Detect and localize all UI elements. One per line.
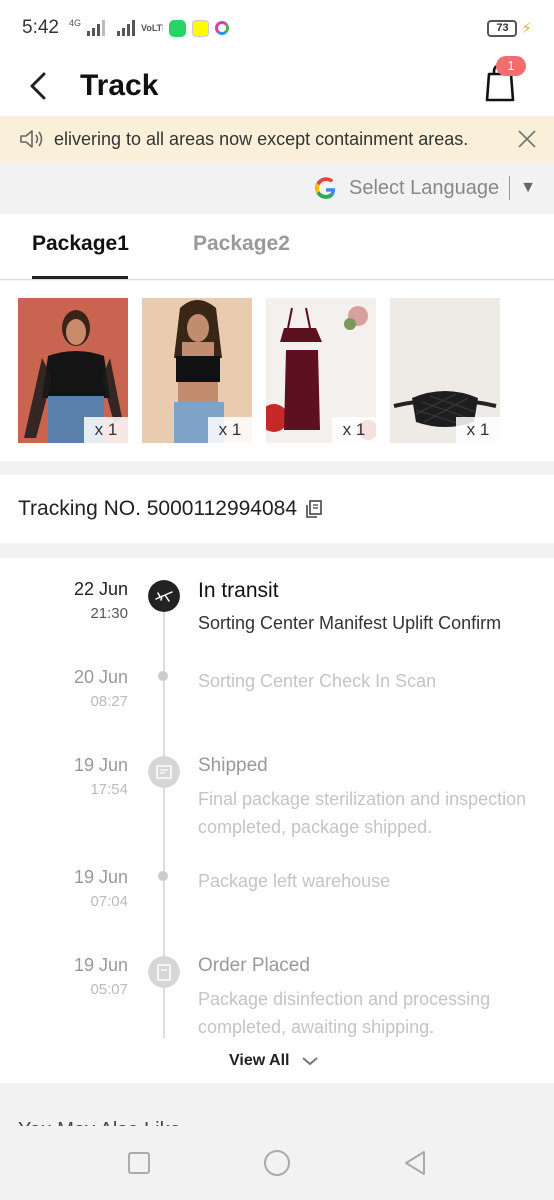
notice-banner: elivering to all areas now except contai…: [0, 116, 554, 162]
battery: 73 ⚡: [487, 19, 532, 37]
signal-icon-2: [117, 20, 135, 36]
event-date: 19 Jun: [73, 755, 128, 775]
event-date: 22 Jun: [73, 579, 128, 599]
event-description: Package left warehouse: [198, 871, 391, 891]
dropdown-arrow-icon[interactable]: ▼: [520, 179, 536, 197]
product-qty: x 1: [84, 417, 128, 443]
event-description: Package disinfection and processing comp…: [198, 989, 491, 1037]
timeline-dot: [158, 671, 168, 681]
package-tabs: Package1 Package2: [0, 214, 554, 280]
status-bar: 5:42 4G VoLTE 73 ⚡: [0, 0, 554, 56]
product-qty: x 1: [208, 417, 252, 443]
event-time: 21:30: [90, 605, 128, 622]
header: Track 1: [0, 56, 554, 116]
event-time: 08:27: [90, 693, 128, 710]
product-thumb-2[interactable]: x 1: [142, 298, 252, 443]
ring-icon: [215, 21, 229, 35]
order-icon: [148, 956, 180, 988]
page-title: Track: [80, 69, 159, 102]
tracking-number-row: Tracking NO. 5000112994084: [0, 475, 554, 543]
select-language-label[interactable]: Select Language: [349, 177, 499, 200]
recent-apps-icon[interactable]: [124, 1148, 154, 1178]
product-qty: x 1: [332, 417, 376, 443]
tab-package1[interactable]: Package1: [32, 232, 129, 256]
battery-icon: 73: [487, 19, 518, 37]
network-type: 4G: [68, 18, 81, 28]
view-all-label: View All: [229, 1052, 290, 1069]
notice-text: elivering to all areas now except contai…: [54, 128, 469, 149]
product-thumb-4[interactable]: x 1: [390, 298, 500, 443]
event-title: Order Placed: [198, 955, 310, 976]
back-nav-icon[interactable]: [400, 1148, 430, 1178]
event-time: 07:04: [90, 893, 128, 910]
product-list: x 1 x 1 x 1 x 1: [0, 281, 554, 461]
timeline-dot: [158, 871, 168, 881]
product-thumb-1[interactable]: x 1: [18, 298, 128, 443]
view-all-button[interactable]: View All: [229, 1052, 319, 1070]
whatsapp-icon: [169, 19, 186, 37]
language-divider: [509, 176, 511, 200]
event-description: Sorting Center Check In Scan: [198, 671, 437, 691]
event-description: Sorting Center Manifest Uplift Confirm: [198, 613, 502, 633]
package-icon: [148, 756, 180, 788]
status-time: 5:42: [22, 17, 59, 38]
event-date: 19 Jun: [73, 867, 128, 887]
close-icon[interactable]: [516, 128, 538, 150]
event-title: In transit: [198, 579, 279, 602]
back-arrow-icon[interactable]: [22, 64, 62, 108]
chevron-down-icon: [302, 1057, 319, 1066]
product-thumb-3[interactable]: x 1: [266, 298, 376, 443]
tracking-timeline: 22 Jun 21:30 In transit Sorting Center M…: [0, 558, 554, 1083]
snapchat-icon: [192, 19, 209, 37]
google-logo-icon: [315, 177, 336, 199]
product-qty: x 1: [456, 417, 500, 443]
home-icon[interactable]: [262, 1148, 292, 1178]
signal-icon: [87, 20, 105, 36]
active-tab-indicator: [32, 276, 128, 279]
event-time: 17:54: [90, 781, 128, 798]
event-date: 20 Jun: [73, 667, 128, 687]
system-nav-bar: [0, 1126, 554, 1200]
language-bar: Select Language ▼: [0, 162, 554, 214]
cart-count-badge: 1: [496, 56, 526, 76]
event-title: Shipped: [198, 755, 268, 776]
event-date: 19 Jun: [73, 955, 128, 975]
charging-icon: ⚡: [521, 20, 532, 37]
tracking-number: Tracking NO. 5000112994084: [18, 497, 298, 520]
copy-icon[interactable]: [305, 499, 323, 519]
event-time: 05:07: [90, 981, 128, 998]
airplane-icon: [148, 580, 180, 612]
tab-package2[interactable]: Package2: [193, 232, 290, 256]
status-icons: 4G VoLTE: [68, 18, 229, 37]
event-description: Final package sterilization and inspecti…: [198, 789, 527, 837]
speaker-icon: [20, 130, 43, 148]
volte-icon: VoLTE: [141, 23, 163, 33]
